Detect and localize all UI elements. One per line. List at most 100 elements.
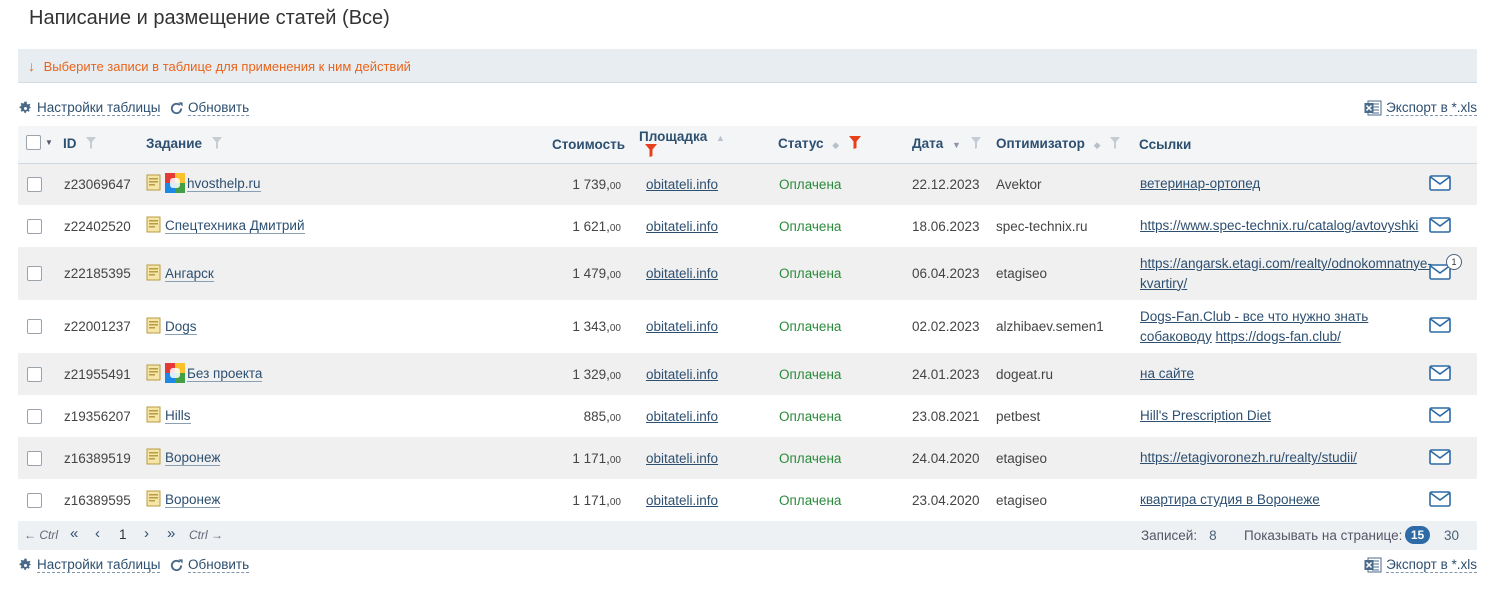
site-link[interactable]: obitateli.info [646, 266, 718, 281]
row-checkbox[interactable] [27, 492, 42, 508]
select-all-checkbox[interactable] [26, 135, 41, 151]
filter-icon[interactable] [1110, 137, 1121, 152]
link-text[interactable]: https://etagivoronezh.ru/realty/studii/ [1140, 450, 1357, 465]
envelope-icon[interactable] [1429, 317, 1451, 336]
refresh-button[interactable]: Обновить [169, 100, 250, 116]
column-header-task[interactable]: Задание [146, 136, 202, 151]
column-header-optimizer[interactable]: Оптимизатор [996, 136, 1085, 151]
filter-active-icon[interactable] [848, 136, 861, 152]
row-id: z23069647 [64, 176, 131, 192]
site-link[interactable]: obitateli.info [646, 219, 718, 234]
table-settings-button[interactable]: Настройки таблицы [18, 100, 161, 116]
table-row[interactable]: z22185395 Ангарск 1 479,00 obitateli.info Оп… [18, 247, 1477, 300]
table-settings-button[interactable]: Настройки таблицы [18, 557, 161, 573]
sort-icon[interactable]: ◆ [832, 140, 839, 150]
document-icon[interactable] [146, 406, 162, 426]
link-text[interactable]: квартира студия в Воронеже [1140, 492, 1320, 507]
document-icon[interactable] [146, 264, 162, 284]
task-link[interactable]: Hills [165, 408, 191, 424]
row-checkbox[interactable] [27, 450, 42, 466]
task-link[interactable]: hvosthelp.ru [187, 176, 261, 193]
column-header-cost[interactable]: Стоимость [552, 137, 625, 152]
next-page-button[interactable]: › [144, 525, 149, 542]
table-row[interactable]: z16389519 Воронеж 1 171,00 obitateli.info Оп… [18, 437, 1477, 479]
link-text[interactable]: kvartiry/ [1140, 276, 1187, 291]
table-toolbar-top: Настройки таблицы Обновить Экспорт в *.x… [18, 100, 1477, 120]
task-link[interactable]: Dogs [165, 319, 197, 335]
site-link[interactable]: obitateli.info [646, 367, 718, 382]
per-page-30-button[interactable]: 30 [1444, 528, 1459, 543]
column-header-status[interactable]: Статус [778, 136, 824, 151]
task-link[interactable]: Воронеж [165, 492, 221, 508]
table-row[interactable]: z23069647 hvosthelp.ru 1 739,00 obitateli.i… [18, 163, 1477, 205]
task-link[interactable]: Ангарск [165, 266, 214, 282]
status-text: Оплачена [779, 319, 842, 334]
site-link[interactable]: obitateli.info [646, 409, 718, 424]
row-checkbox[interactable] [27, 218, 42, 234]
column-header-site[interactable]: Площадка [639, 129, 707, 144]
cost-decimal: 00 [609, 454, 621, 466]
sort-icon[interactable]: ◆ [1094, 140, 1101, 150]
export-xls-button[interactable]: Экспорт в *.xls [1364, 557, 1477, 573]
last-page-button[interactable]: » [167, 525, 175, 542]
link-text[interactable]: ветеринар-ортопед [1140, 176, 1260, 191]
link-text[interactable]: на сайте [1140, 366, 1194, 381]
link-text[interactable]: https://angarsk.etagi.com/realty/odnokom… [1140, 256, 1432, 271]
date-text: 18.06.2023 [912, 218, 980, 234]
document-icon[interactable] [146, 364, 162, 384]
column-header-id[interactable]: ID [63, 136, 77, 151]
row-checkbox[interactable] [27, 177, 42, 193]
cost-decimal: 00 [609, 323, 621, 334]
row-checkbox[interactable] [27, 266, 42, 282]
document-icon[interactable] [146, 317, 162, 337]
site-link[interactable]: obitateli.info [646, 177, 718, 192]
column-header-date[interactable]: Дата [912, 136, 943, 151]
site-link[interactable]: obitateli.info [646, 493, 718, 508]
link-text[interactable]: https://dogs-fan.club/ [1216, 329, 1341, 344]
link-text[interactable]: https://www.spec-technix.ru/catalog/avto… [1140, 218, 1418, 233]
document-icon[interactable] [146, 174, 162, 194]
site-link[interactable]: obitateli.info [646, 319, 718, 334]
export-xls-button[interactable]: Экспорт в *.xls [1364, 100, 1477, 116]
sort-icon[interactable]: ▲ [716, 133, 725, 143]
envelope-icon[interactable] [1429, 406, 1451, 426]
first-page-button[interactable]: « [70, 525, 78, 542]
document-icon[interactable] [146, 216, 162, 236]
task-link[interactable]: Спецтехника Дмитрий [165, 218, 305, 234]
document-icon[interactable] [146, 490, 162, 510]
envelope-icon[interactable] [1429, 174, 1451, 194]
filter-icon[interactable] [211, 137, 222, 152]
row-id: z21955491 [64, 366, 131, 382]
site-link[interactable]: obitateli.info [646, 451, 718, 466]
envelope-icon[interactable] [1429, 490, 1451, 510]
envelope-icon[interactable] [1429, 448, 1451, 468]
filter-active-icon[interactable] [645, 143, 657, 160]
cost-value: 885,00 [584, 409, 621, 424]
row-checkbox[interactable] [27, 319, 42, 335]
task-link[interactable]: Воронеж [165, 450, 221, 466]
refresh-button[interactable]: Обновить [169, 557, 250, 573]
envelope-icon[interactable]: 1 [1429, 254, 1462, 283]
link-text[interactable]: Hill's Prescription Diet [1140, 408, 1271, 423]
link-text[interactable]: Dogs-Fan.Club - все что нужно знать [1140, 309, 1368, 324]
export-xls-label: Экспорт в *.xls [1386, 557, 1477, 573]
row-checkbox[interactable] [27, 366, 42, 382]
select-all-dropdown[interactable]: ▼ [26, 135, 53, 151]
envelope-icon[interactable] [1429, 364, 1451, 384]
table-row[interactable]: z19356207 Hills 885,00 obitateli.info Оплаче… [18, 395, 1477, 437]
sort-desc-icon[interactable]: ▼ [952, 140, 961, 150]
envelope-icon[interactable] [1429, 216, 1451, 236]
table-row[interactable]: z22402520 Спецтехника Дмитрий 1 621,00 obit… [18, 205, 1477, 247]
filter-icon[interactable] [86, 137, 97, 152]
row-checkbox[interactable] [27, 408, 42, 424]
table-row[interactable]: z16389595 Воронеж 1 171,00 obitateli.info Оп… [18, 479, 1477, 521]
prev-page-button[interactable]: ‹ [95, 525, 100, 542]
task-link[interactable]: Без проекта [187, 366, 263, 382]
refresh-icon [169, 101, 184, 116]
filter-icon[interactable] [970, 137, 981, 152]
per-page-15-button[interactable]: 15 [1405, 526, 1430, 544]
table-row[interactable]: z22001237 Dogs 1 343,00 obitateli.info Оплач… [18, 300, 1477, 353]
link-text[interactable]: собаководу [1140, 329, 1212, 344]
table-row[interactable]: z21955491 Без проекта 1 329,00 obitateli.in… [18, 353, 1477, 395]
document-icon[interactable] [146, 448, 162, 468]
